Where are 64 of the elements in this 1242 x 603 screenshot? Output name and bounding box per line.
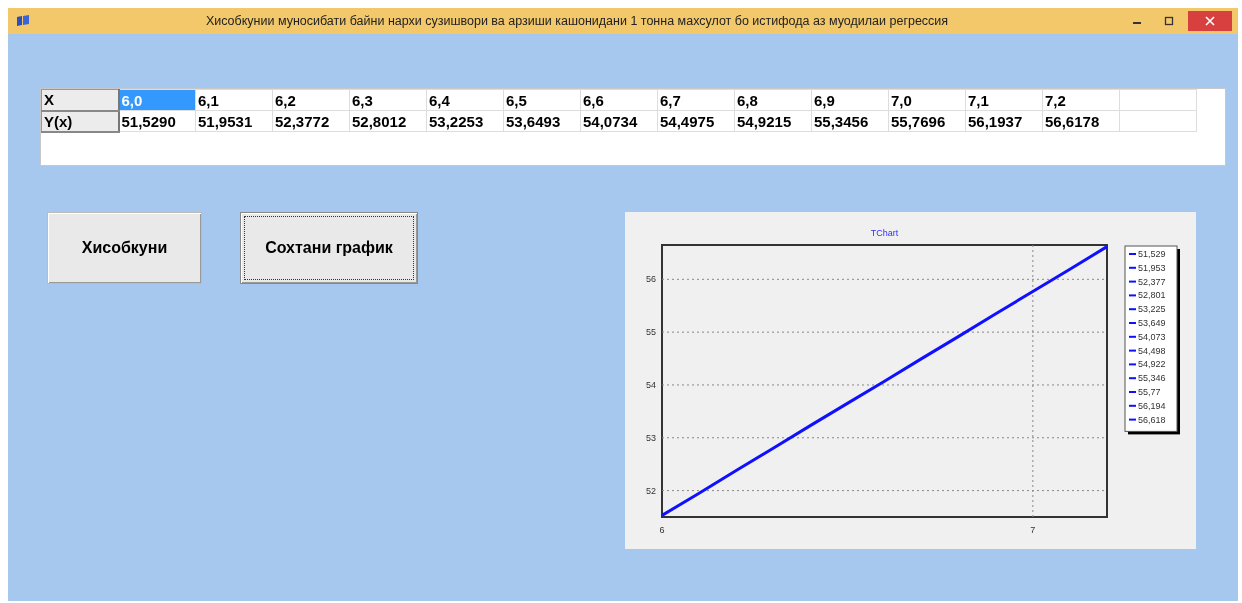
- legend-label: 53,649: [1138, 318, 1166, 328]
- legend-swatch: [1128, 349, 1137, 352]
- axis-label: 53: [646, 432, 656, 443]
- axis-label: 55: [646, 327, 656, 338]
- legend-label: 55,77: [1138, 387, 1161, 397]
- axis-label: 6: [659, 525, 665, 535]
- table-cell[interactable]: 51,9531: [195, 110, 273, 132]
- table-cell[interactable]: 6,3: [349, 89, 427, 111]
- table-cell[interactable]: 6,1: [195, 89, 273, 111]
- legend-label: 52,801: [1138, 290, 1166, 301]
- app-icon: [16, 15, 30, 27]
- chart-title: TChart: [870, 228, 899, 238]
- table-cell[interactable]: 6,8: [734, 89, 812, 111]
- calculate-button[interactable]: Хисобкуни: [47, 212, 202, 284]
- legend-swatch: [1128, 335, 1137, 338]
- legend-swatch: [1128, 377, 1137, 380]
- legend-label: 51,529: [1138, 249, 1166, 259]
- legend-label: 51,953: [1138, 262, 1166, 273]
- legend-swatch: [1128, 363, 1137, 366]
- axis-label: 54: [646, 379, 656, 390]
- plot-button[interactable]: Сохтани график: [240, 212, 418, 284]
- table-cell[interactable]: 51,5290: [118, 110, 196, 132]
- legend-swatch: [1128, 418, 1137, 421]
- legend-label: 53,225: [1138, 304, 1166, 315]
- close-icon: [1205, 16, 1215, 26]
- legend-swatch: [1128, 404, 1137, 407]
- table-cell[interactable]: 55,7696: [888, 110, 966, 132]
- table-cell[interactable]: 53,6493: [503, 110, 581, 132]
- table-cell[interactable]: 6,5: [503, 89, 581, 111]
- axis-label: 56: [646, 274, 656, 285]
- table-cell[interactable]: 7,2: [1042, 89, 1120, 111]
- table-cell[interactable]: 53,2253: [426, 110, 504, 132]
- table-cell[interactable]: 55,3456: [811, 110, 889, 132]
- table-cell[interactable]: 56,1937: [965, 110, 1043, 132]
- maximize-icon: [1164, 16, 1174, 26]
- legend-swatch: [1128, 280, 1137, 283]
- legend-label: 55,346: [1138, 373, 1166, 384]
- table-cell[interactable]: 56,6178: [1042, 110, 1120, 132]
- window-title: Хисобкунии муносибати байни нархи сузишвори ва арзиши кашонидани 1 тонна махсулот бо истифода аз муодилаи регрессия: [204, 14, 950, 28]
- legend-label: 52,377: [1138, 276, 1166, 287]
- legend-label: 56,618: [1138, 414, 1166, 425]
- axis-label: 7: [1030, 525, 1036, 535]
- table-cell[interactable]: 52,8012: [349, 110, 427, 132]
- table-cell[interactable]: 54,4975: [657, 110, 735, 132]
- row-header: Y(x): [41, 110, 119, 132]
- table-cell[interactable]: 6,9: [811, 89, 889, 111]
- legend-label: 54,498: [1138, 345, 1166, 356]
- table-cell[interactable]: 7,0: [888, 89, 966, 111]
- table-cell[interactable]: 6,2: [272, 89, 350, 111]
- legend-swatch: [1128, 294, 1137, 297]
- axis-label: 52: [646, 485, 656, 496]
- legend-swatch: [1128, 308, 1137, 311]
- table-cell[interactable]: 6,6: [580, 89, 658, 111]
- table-cell[interactable]: 6,7: [657, 89, 735, 111]
- legend-label: 54,073: [1138, 331, 1166, 342]
- table-cell[interactable]: 6,4: [426, 89, 504, 111]
- table-cell[interactable]: 7,1: [965, 89, 1043, 111]
- table-cell[interactable]: 52,3772: [272, 110, 350, 132]
- legend-label: 54,922: [1138, 359, 1166, 370]
- legend-label: 56,194: [1138, 400, 1166, 411]
- table-cell[interactable]: 54,0734: [580, 110, 658, 132]
- table-cell[interactable]: 54,9215: [734, 110, 812, 132]
- legend-swatch: [1128, 266, 1137, 269]
- row-header: X: [41, 89, 119, 111]
